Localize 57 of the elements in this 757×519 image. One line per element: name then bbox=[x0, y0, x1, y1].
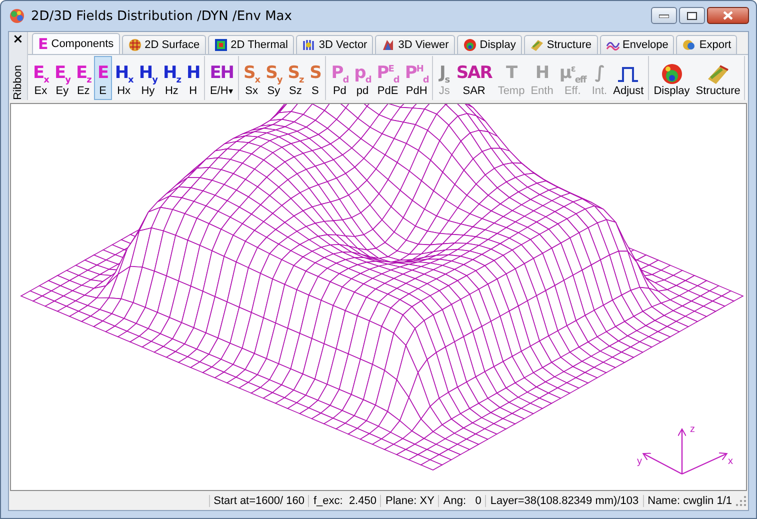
viewer-icon bbox=[381, 38, 396, 52]
window-title: 2D/3D Fields Distribution /DYN /Env Max bbox=[31, 8, 293, 24]
ribbon-label: Ribbon bbox=[12, 65, 24, 100]
minimize-button[interactable] bbox=[651, 7, 677, 24]
close-icon bbox=[723, 11, 733, 20]
status-field: Ang: 0 bbox=[438, 494, 486, 506]
display-icon bbox=[462, 38, 477, 52]
ribbon-button[interactable]: S S bbox=[306, 56, 324, 100]
ribbon-button[interactable]: H$_{y}$ Hy bbox=[136, 56, 160, 100]
ribbon-button[interactable]: H$_{x}$ Hx bbox=[112, 56, 136, 100]
status-field: Start at=1600/ 160 bbox=[208, 494, 308, 506]
display-icon bbox=[660, 62, 684, 84]
ribbon-button[interactable]: E E bbox=[94, 56, 112, 100]
axis-arrows-icon bbox=[642, 428, 728, 475]
tab[interactable]: 2D Thermal bbox=[208, 35, 294, 54]
status-field: Layer=38(108.82349 mm)/103 bbox=[485, 494, 643, 506]
ribbon-button[interactable]: Display bbox=[650, 56, 693, 100]
structure-icon bbox=[530, 38, 544, 52]
tab[interactable]: 2D Surface bbox=[122, 35, 206, 54]
tab[interactable]: 3D Vector bbox=[296, 35, 374, 54]
heatmap-icon bbox=[214, 38, 228, 52]
ribbon-button[interactable]: EH E/H▾ bbox=[206, 56, 237, 100]
status-field: Plane: XY bbox=[380, 494, 438, 506]
app-icon bbox=[9, 8, 25, 24]
ribbon-button[interactable]: E$_{y}$ Ey bbox=[51, 56, 73, 100]
vector-field-icon bbox=[302, 38, 316, 52]
size-grip-icon bbox=[736, 496, 746, 506]
status-field: f_exc: 2.450 bbox=[308, 494, 380, 506]
ribbon-button[interactable]: p$_{d}$ pd bbox=[351, 56, 374, 100]
axis-label: y bbox=[637, 456, 642, 467]
maximize-button[interactable] bbox=[679, 7, 705, 24]
ribbon-button[interactable]: H H bbox=[183, 56, 203, 100]
ribbon-button[interactable]: H$_{z}$ Hz bbox=[160, 56, 184, 100]
tab[interactable]: Structure bbox=[524, 35, 598, 54]
close-button[interactable] bbox=[707, 7, 749, 24]
surface-icon bbox=[128, 38, 142, 52]
tab[interactable]: E Components bbox=[32, 33, 120, 54]
tab[interactable]: Display bbox=[456, 35, 522, 54]
axis-label: x bbox=[728, 456, 733, 467]
ribbon-button[interactable]: SAR SAR bbox=[453, 56, 495, 100]
ribbon-button[interactable]: Structure bbox=[692, 56, 744, 100]
ribbon-button[interactable]: P$_{d}$ Pd bbox=[328, 56, 352, 100]
minimize-icon bbox=[659, 14, 669, 18]
tab[interactable]: 3D Viewer bbox=[375, 35, 455, 54]
tab[interactable]: Envelope bbox=[600, 35, 674, 54]
ribbon-button[interactable]: E$_{x}$ Ex bbox=[30, 56, 52, 100]
export-icon bbox=[682, 38, 696, 52]
maximize-icon bbox=[687, 12, 697, 20]
ribbon-button[interactable]: S$_{x}$ Sx bbox=[240, 56, 263, 100]
ribbon-button[interactable]: S$_{z}$ Sz bbox=[284, 56, 306, 100]
ribbon-close-button[interactable]: × bbox=[12, 33, 24, 47]
ribbon-button[interactable]: E$_{z}$ Ez bbox=[72, 56, 94, 100]
ribbon-button[interactable]: S$_{y}$ Sy bbox=[262, 56, 285, 100]
structure-icon bbox=[706, 62, 730, 84]
tab[interactable]: Export bbox=[676, 35, 738, 54]
axis-label: z bbox=[690, 424, 695, 435]
ribbon-button[interactable]: Adjust bbox=[610, 56, 647, 100]
